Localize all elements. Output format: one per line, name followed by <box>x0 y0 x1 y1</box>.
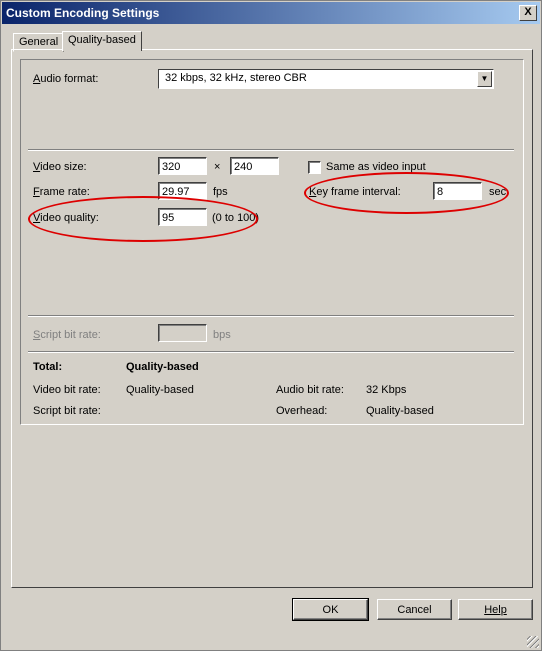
help-button[interactable]: Help <box>458 599 533 620</box>
dialog-window: Custom Encoding Settings X General Quali… <box>0 0 542 651</box>
cancel-button[interactable]: Cancel <box>377 599 452 620</box>
tab-quality-based-label: Quality-based <box>68 34 136 46</box>
tab-quality-based[interactable]: Quality-based <box>62 31 142 51</box>
close-button[interactable]: X <box>519 5 537 21</box>
title-bar[interactable]: Custom Encoding Settings X <box>2 2 540 24</box>
resize-grip-icon[interactable] <box>527 636 539 648</box>
tab-general-label: General <box>19 36 59 48</box>
window-title: Custom Encoding Settings <box>6 6 160 20</box>
tab-panel <box>11 49 533 588</box>
ok-button[interactable]: OK <box>292 598 369 621</box>
